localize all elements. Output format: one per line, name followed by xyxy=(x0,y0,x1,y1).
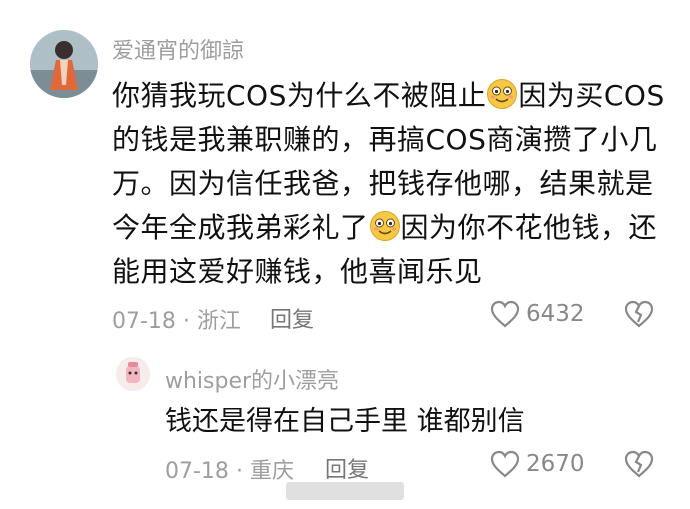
comment-line: 今年全成我弟彩礼了 因为你不花他钱，还 xyxy=(112,211,658,244)
smile-emoji-icon xyxy=(487,79,518,109)
comment-location: 浙江 xyxy=(196,309,241,334)
smile-emoji-icon xyxy=(369,211,400,241)
reply-body: 钱还是得在自己手里 谁都别信 xyxy=(165,406,525,437)
replier-username[interactable]: whisper的小漂亮 xyxy=(165,363,339,395)
reply-like-button[interactable]: 2670 xyxy=(490,450,585,478)
like-count: 2670 xyxy=(526,451,585,477)
watermark xyxy=(286,482,404,500)
replier-avatar[interactable] xyxy=(116,357,150,391)
reply-to-reply-button[interactable]: 回复 xyxy=(325,452,369,484)
comment-line: 你猜我玩COS为什么不被阻止 因为买COS xyxy=(112,79,665,112)
reply-location: 重庆 xyxy=(249,459,294,484)
commenter-username[interactable]: 爱通宵的御諒 xyxy=(112,33,244,65)
reply-meta: 07-18 · 重庆 xyxy=(165,453,294,485)
broken-heart-icon xyxy=(624,300,654,328)
dislike-button[interactable] xyxy=(624,300,654,332)
comment-date: 07-18 xyxy=(112,309,176,334)
reply-date: 07-18 xyxy=(165,459,229,484)
comment-meta: 07-18 · 浙江 xyxy=(112,303,241,335)
reply-button[interactable]: 回复 xyxy=(270,302,314,334)
comment-line: 的钱是我兼职赚的，再搞COS商演攒了小几 xyxy=(112,123,658,156)
heart-icon xyxy=(490,450,520,478)
heart-icon xyxy=(490,300,520,328)
like-count: 6432 xyxy=(526,301,585,327)
commenter-avatar[interactable] xyxy=(30,30,98,98)
like-button[interactable]: 6432 xyxy=(490,300,585,328)
comment-body: 你猜我玩COS为什么不被阻止 因为买COS 的钱是我兼职赚的，再搞COS商演攒了小… xyxy=(112,74,672,294)
comment-line: 能用这爱好赚钱，他喜闻乐见 xyxy=(112,255,483,288)
comment-line: 万。因为信任我爸，把钱存他哪，结果就是 xyxy=(112,167,654,200)
broken-heart-icon xyxy=(624,450,654,478)
meta-separator: · xyxy=(235,459,243,484)
reply-dislike-button[interactable] xyxy=(624,450,654,482)
meta-separator: · xyxy=(182,309,190,334)
